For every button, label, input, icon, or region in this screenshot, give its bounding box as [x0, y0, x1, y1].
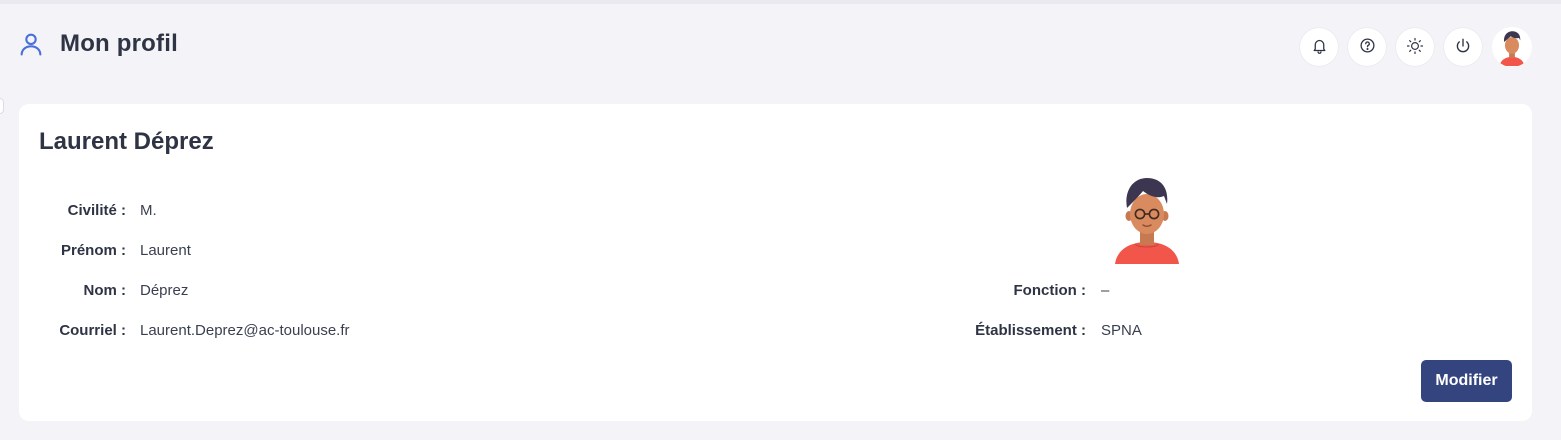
field-last-name: Nom : Déprez: [33, 282, 189, 299]
field-value: –: [1101, 282, 1110, 299]
field-label: Prénom :: [60, 242, 126, 259]
page-title: Mon profil: [60, 30, 178, 57]
header-actions: [1300, 27, 1532, 67]
field-label: Fonction :: [1013, 282, 1086, 299]
account-avatar[interactable]: [1492, 27, 1532, 67]
sun-icon: [1406, 37, 1424, 58]
field-function: Fonction : –: [919, 282, 1110, 299]
field-label: Nom :: [83, 282, 127, 299]
field-first-name: Prénom : Laurent: [33, 242, 191, 259]
notifications-button[interactable]: [1300, 28, 1338, 66]
field-value: Laurent.Deprez@ac-toulouse.fr: [140, 322, 350, 339]
field-civility: Civilité : M.: [33, 202, 157, 219]
page-header: Mon profil: [16, 29, 178, 59]
profile-card: Laurent Déprez Civilité : M. Prénom : La…: [19, 104, 1532, 421]
question-circle-icon: [1359, 37, 1376, 57]
bell-icon: [1311, 37, 1328, 57]
help-button[interactable]: [1348, 28, 1386, 66]
field-value: SPNA: [1101, 322, 1142, 339]
field-value: Laurent: [140, 242, 191, 259]
profile-name: Laurent Déprez: [39, 128, 214, 155]
field-value: M.: [140, 202, 157, 219]
field-email: Courriel : Laurent.Deprez@ac-toulouse.fr: [33, 322, 350, 339]
logout-button[interactable]: [1444, 28, 1482, 66]
theme-toggle-button[interactable]: [1396, 28, 1434, 66]
modify-button[interactable]: Modifier: [1421, 360, 1512, 402]
power-icon: [1454, 37, 1472, 58]
field-value: Déprez: [140, 282, 189, 299]
profile-avatar: [1111, 172, 1183, 264]
field-label: Civilité :: [67, 202, 126, 219]
sidebar-toggle-handle[interactable]: [0, 98, 4, 114]
field-establishment: Établissement : SPNA: [919, 322, 1142, 339]
field-label: Établissement :: [975, 322, 1086, 339]
top-border: [0, 0, 1561, 4]
user-icon: [16, 29, 46, 59]
field-label: Courriel :: [59, 322, 126, 339]
